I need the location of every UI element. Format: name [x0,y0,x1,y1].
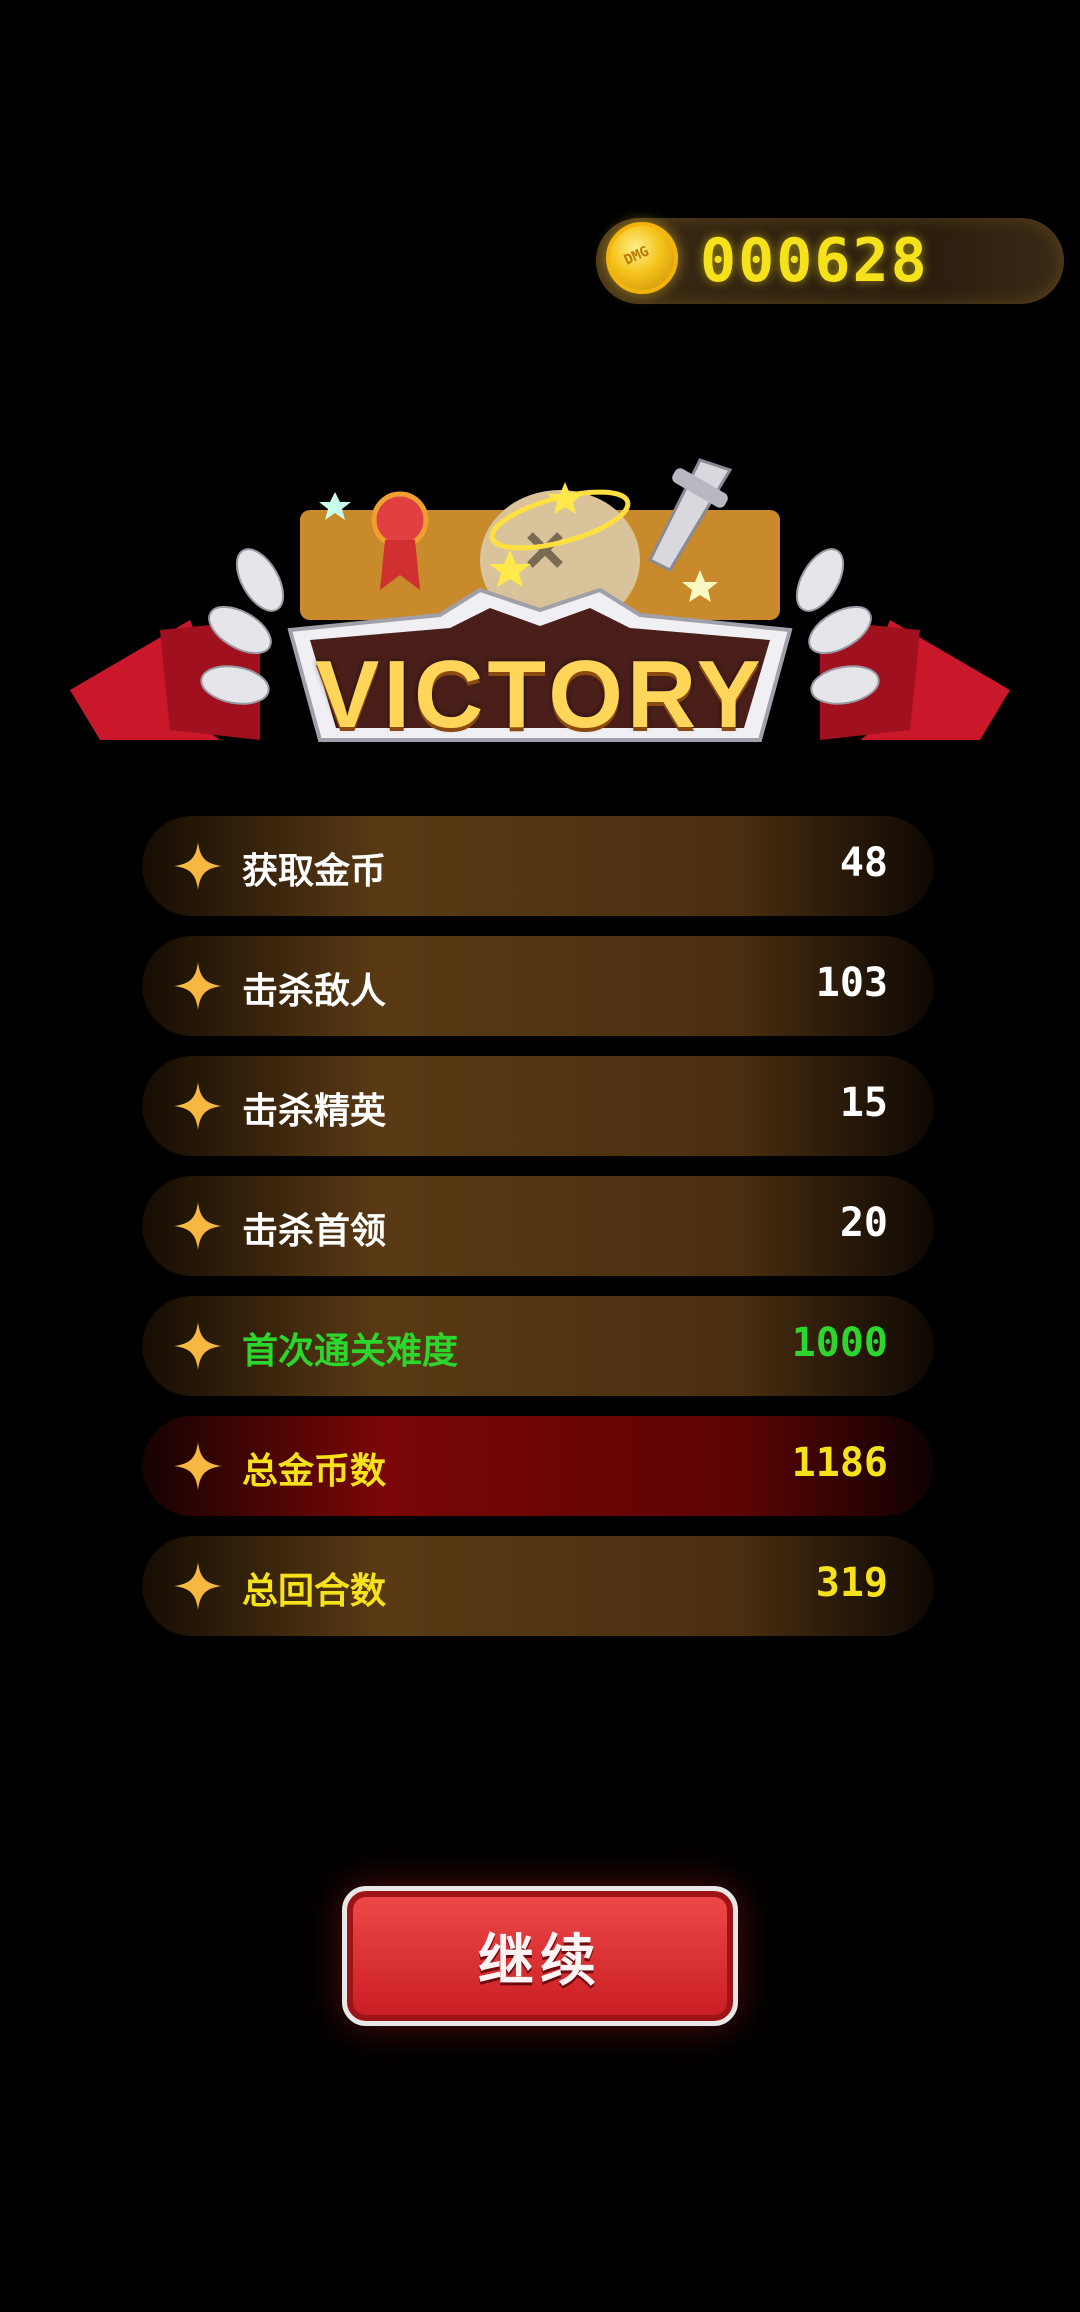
sparkle-star-icon [174,1442,222,1490]
stat-row: 击杀首领 20 [142,1176,934,1276]
stat-row: 击杀敌人 103 [142,936,934,1036]
sparkle-star-icon [174,1322,222,1370]
stat-label: 击杀首领 [242,1211,387,1252]
stat-label: 获取金币 [242,851,387,892]
coin-count: 000628 [700,226,929,296]
stat-row: 首次通关难度 1000 [142,1296,934,1396]
stat-value: 20 [839,1200,888,1246]
continue-button-label: 继续 [478,1928,602,1994]
victory-title: VICTORY [315,641,765,748]
stat-row: 总金币数 1186 [142,1416,934,1516]
stat-label: 总回合数 [242,1571,387,1612]
stat-value: 1000 [791,1320,888,1366]
stat-label: 击杀精英 [242,1091,387,1132]
victory-banner: VICTORY [60,440,1020,780]
stat-value: 1186 [791,1440,888,1486]
stat-value: 319 [815,1560,888,1606]
continue-button[interactable]: 继续 [342,1886,738,2026]
sparkle-star-icon [174,1562,222,1610]
sparkle-star-icon [174,842,222,890]
stat-label: 击杀敌人 [242,971,387,1012]
stat-label: 首次通关难度 [242,1331,459,1372]
stat-row: 总回合数 319 [142,1536,934,1636]
stat-value: 103 [815,960,888,1006]
stat-label: 总金币数 [242,1451,387,1492]
stat-row: 击杀精英 15 [142,1056,934,1156]
stat-row: 获取金币 48 [142,816,934,916]
sparkle-star-icon [174,1082,222,1130]
sparkle-star-icon [174,1202,222,1250]
stat-value: 15 [839,1080,888,1126]
sparkle-star-icon [174,962,222,1010]
stat-value: 48 [839,840,888,886]
gold-coin-icon: DMG [606,222,678,294]
